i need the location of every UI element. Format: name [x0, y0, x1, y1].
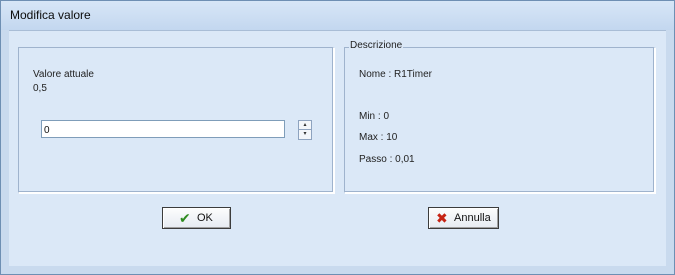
checkmark-icon: ✔ [179, 210, 191, 226]
cancel-button-label: Annulla [454, 212, 491, 224]
value-spinner[interactable]: ▴ ▾ [298, 120, 312, 140]
description-group: Descrizione Nome : R1Timer Min : 0 Max :… [344, 40, 655, 193]
new-value-input[interactable] [41, 120, 285, 138]
dialog-window: Modifica valore Valore attuale 0,5 ▴ ▾ D… [0, 0, 675, 275]
title-bar[interactable]: Modifica valore [1, 1, 674, 30]
description-legend: Descrizione [349, 40, 404, 51]
window-title: Modifica valore [10, 8, 91, 22]
parameter-step: Passo : 0,01 [359, 154, 415, 165]
cancel-button[interactable]: ✖ Annulla [428, 207, 499, 229]
spin-up-button[interactable]: ▴ [298, 120, 312, 130]
parameter-min: Min : 0 [359, 111, 390, 122]
parameter-max: Max : 10 [359, 132, 398, 143]
ok-button-label: OK [197, 212, 213, 224]
spin-down-button[interactable]: ▾ [298, 130, 312, 140]
current-value-label: Valore attuale [33, 69, 94, 80]
ok-button[interactable]: ✔ OK [162, 207, 231, 229]
x-icon: ✖ [436, 210, 448, 226]
parameter-name: Nome : R1Timer [359, 69, 432, 80]
current-value-text: 0,5 [33, 83, 47, 94]
value-panel: Valore attuale 0,5 ▴ ▾ [18, 47, 334, 193]
